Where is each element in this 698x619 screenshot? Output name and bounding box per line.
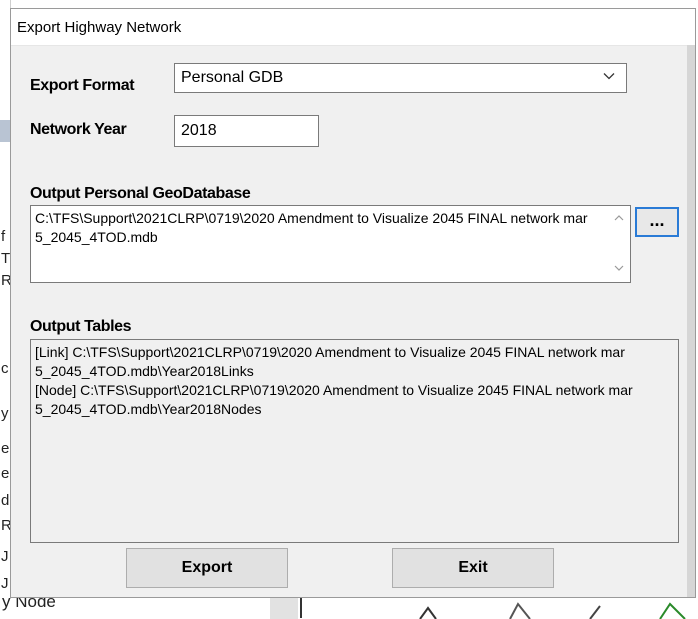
background-text-fragment: e (1, 440, 10, 457)
background-strip (0, 120, 10, 142)
background-text-fragment: d (1, 492, 10, 509)
export-format-value: Personal GDB (181, 69, 284, 86)
background-map-line (300, 598, 302, 618)
output-tables-textbox[interactable]: [Link] C:\TFS\Support\2021CLRP\0719\2020… (30, 339, 679, 543)
background-text-fragment: J (1, 548, 9, 565)
dialog-title: Export Highway Network (17, 19, 182, 36)
export-button[interactable]: Export (126, 548, 288, 588)
export-format-dropdown[interactable]: Personal GDB (174, 63, 627, 93)
background-app-bottom: y Node (0, 592, 698, 619)
output-table-node: [Node] C:\TFS\Support\2021CLRP\0719\2020… (35, 382, 633, 417)
output-tables-list: [Link] C:\TFS\Support\2021CLRP\0719\2020… (35, 343, 665, 419)
background-text-fragment: f (1, 228, 6, 245)
scroll-up-icon[interactable] (613, 212, 625, 224)
output-gdb-path-textbox[interactable]: C:\TFS\Support\2021CLRP\0719\2020 Amendm… (30, 205, 631, 283)
exit-button[interactable]: Exit (392, 548, 554, 588)
scroll-down-icon[interactable] (613, 262, 625, 274)
network-year-value: 2018 (181, 122, 217, 139)
dialog-title-bar[interactable]: Export Highway Network (11, 9, 695, 46)
chevron-down-icon (603, 73, 615, 80)
background-text-fragment: c (1, 360, 9, 377)
background-text-fragment: y (1, 405, 9, 422)
network-year-input[interactable]: 2018 (174, 115, 319, 147)
background-map-fragment (419, 602, 686, 619)
output-tables-label: Output Tables (30, 318, 132, 335)
browse-button[interactable]: ... (635, 207, 679, 237)
background-text-fragment: T (1, 250, 11, 267)
background-text-fragment: e (1, 465, 10, 482)
background-gray-block (270, 596, 298, 619)
output-table-link: [Link] C:\TFS\Support\2021CLRP\0719\2020… (35, 344, 625, 379)
background-text-fragment: J (1, 575, 9, 592)
export-highway-network-dialog: Export Highway Network Export Format Per… (10, 8, 696, 598)
output-gdb-label: Output Personal GeoDatabase (30, 185, 251, 202)
textbox-scrollbar[interactable] (608, 206, 630, 282)
output-gdb-path: C:\TFS\Support\2021CLRP\0719\2020 Amendm… (35, 210, 588, 245)
export-format-label: Export Format (30, 77, 135, 94)
network-year-label: Network Year (30, 121, 127, 138)
dialog-right-edge (687, 45, 695, 597)
